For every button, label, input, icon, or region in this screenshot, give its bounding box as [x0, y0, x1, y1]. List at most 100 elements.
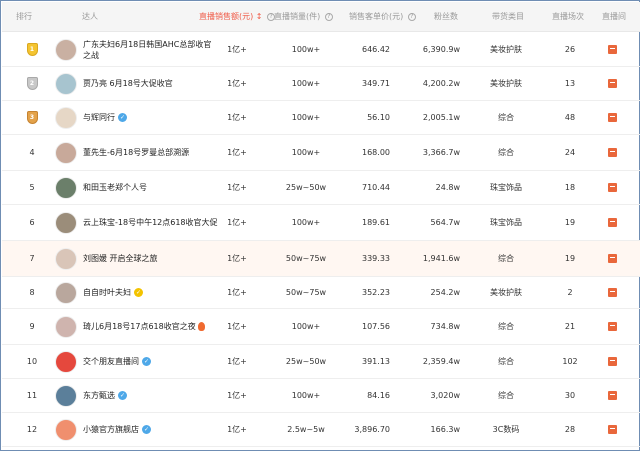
- live-room-cell[interactable]: [602, 171, 622, 204]
- category-cell: 综合: [498, 322, 514, 331]
- live-room-cell[interactable]: [602, 309, 622, 344]
- table-row[interactable]: 9 琦儿6月18号17点618收官之夜 1亿+ 100w+ 107.56 734…: [2, 309, 640, 345]
- talent-name-cell[interactable]: 自自时叶夫妇 ✓: [83, 277, 218, 308]
- avatar[interactable]: [55, 176, 77, 199]
- fans-cell: 166.3w: [430, 425, 460, 434]
- talent-name[interactable]: 广东夫妇6月18日韩国AHC总部收官之战: [83, 40, 211, 60]
- talent-name-cell[interactable]: 广东夫妇6月18日韩国AHC总部收官之战: [83, 33, 218, 66]
- table-row[interactable]: 11 东方甄选 ✓ 1亿+ 100w+ 84.16 3,020w 综合 30: [2, 379, 640, 413]
- header-live: 直播间: [602, 12, 626, 21]
- ranking-table-frame: 排行 达人 直播销售额(元) ↕ ? 直播销量(件) ? 销售客单价(元) ? …: [0, 0, 640, 451]
- volume-cell: 100w+: [291, 391, 321, 400]
- talent-name-cell[interactable]: 琦儿6月18号17点618收官之夜: [83, 309, 218, 344]
- info-icon[interactable]: ?: [407, 12, 416, 21]
- talent-name[interactable]: 交个朋友直播间: [83, 357, 139, 366]
- category-cell: 综合: [498, 254, 514, 263]
- talent-name-cell[interactable]: 董先生-6月18号罗曼总部溯源: [83, 135, 218, 170]
- table-row[interactable]: 1 广东夫妇6月18日韩国AHC总部收官之战 1亿+ 100w+ 646.42 …: [2, 33, 640, 67]
- header-price[interactable]: 销售客单价(元) ?: [349, 2, 416, 32]
- live-room-icon[interactable]: [607, 425, 617, 434]
- live-room-icon[interactable]: [607, 148, 617, 157]
- sales-cell: 1亿+: [227, 391, 247, 400]
- table-row[interactable]: 5 和田玉老郑个人号 1亿+ 25w~50w 710.44 24.8w 珠宝饰品…: [2, 171, 640, 205]
- talent-name-cell[interactable]: 刘图媛 开启全球之旅: [83, 241, 218, 276]
- header-count[interactable]: 直播场次: [552, 2, 584, 32]
- info-icon[interactable]: ?: [324, 12, 333, 21]
- live-room-cell[interactable]: [602, 413, 622, 446]
- live-count-cell: 28: [564, 425, 576, 434]
- talent-name[interactable]: 刘图媛 开启全球之旅: [83, 254, 158, 263]
- talent-name[interactable]: 与辉同行: [83, 113, 115, 122]
- live-room-icon[interactable]: [607, 45, 617, 54]
- live-room-icon[interactable]: [607, 254, 617, 263]
- table-row[interactable]: 10 交个朋友直播间 ✓ 1亿+ 25w~50w 391.13 2,359.4w …: [2, 345, 640, 379]
- live-room-cell[interactable]: [602, 205, 622, 240]
- volume-cell: 100w+: [291, 218, 321, 227]
- fans-cell: 3,366.7w: [422, 148, 460, 157]
- table-row[interactable]: 7 刘图媛 开启全球之旅 1亿+ 50w~75w 339.33 1,941.6w…: [2, 241, 640, 277]
- live-room-icon[interactable]: [607, 218, 617, 227]
- avatar[interactable]: [55, 247, 77, 270]
- table-row[interactable]: 12 小猿官方旗舰店 ✓ 1亿+ 2.5w~5w 3,896.70 166.3w …: [2, 413, 640, 447]
- avatar[interactable]: [55, 384, 77, 407]
- fire-icon: [197, 322, 205, 331]
- talent-name[interactable]: 董先生-6月18号罗曼总部溯源: [83, 148, 189, 157]
- live-room-cell[interactable]: [602, 33, 622, 66]
- talent-name-cell[interactable]: 东方甄选 ✓: [83, 379, 218, 412]
- avatar[interactable]: [55, 106, 77, 129]
- talent-name[interactable]: 云上珠宝-18号中午12点618收官大促: [83, 218, 218, 227]
- live-room-icon[interactable]: [607, 288, 617, 297]
- live-room-cell[interactable]: [602, 379, 622, 412]
- avatar[interactable]: [55, 418, 77, 441]
- live-room-cell[interactable]: [602, 345, 622, 378]
- live-count-cell: 19: [564, 218, 576, 227]
- sort-icon[interactable]: ↕: [256, 12, 263, 21]
- talent-name[interactable]: 琦儿6月18号17点618收官之夜: [83, 322, 196, 331]
- live-room-icon[interactable]: [607, 183, 617, 192]
- rank-number: 12: [26, 425, 38, 434]
- talent-name[interactable]: 东方甄选: [83, 391, 115, 400]
- header-fans[interactable]: 粉丝数: [434, 2, 458, 32]
- talent-name-cell[interactable]: 云上珠宝-18号中午12点618收官大促: [83, 205, 218, 240]
- live-room-cell[interactable]: [602, 241, 622, 276]
- live-room-icon[interactable]: [607, 391, 617, 400]
- rank-medal-icon: 3: [26, 111, 38, 124]
- talent-name-cell[interactable]: 和田玉老郑个人号: [83, 171, 218, 204]
- table-row[interactable]: 6 云上珠宝-18号中午12点618收官大促 1亿+ 100w+ 189.61 …: [2, 205, 640, 241]
- talent-name[interactable]: 自自时叶夫妇: [83, 288, 131, 297]
- avatar[interactable]: [55, 350, 77, 373]
- volume-cell: 100w+: [291, 322, 321, 331]
- live-count-cell: 48: [564, 113, 576, 122]
- price-cell: 391.13: [362, 357, 390, 366]
- avatar[interactable]: [55, 315, 77, 338]
- table-row[interactable]: 8 自自时叶夫妇 ✓ 1亿+ 50w~75w 352.23 254.2w 美妆护肤…: [2, 277, 640, 309]
- avatar[interactable]: [55, 72, 77, 95]
- avatar[interactable]: [55, 211, 77, 234]
- talent-name-cell[interactable]: 与辉同行 ✓: [83, 101, 218, 134]
- avatar[interactable]: [55, 281, 77, 304]
- talent-name-cell[interactable]: 贾乃亮 6月18号大促收官: [83, 67, 218, 100]
- table-row[interactable]: 2 贾乃亮 6月18号大促收官 1亿+ 100w+ 349.71 4,200.2…: [2, 67, 640, 101]
- header-sales[interactable]: 直播销售额(元) ↕ ?: [199, 2, 276, 32]
- talent-name-cell[interactable]: 交个朋友直播间 ✓: [83, 345, 218, 378]
- avatar[interactable]: [55, 141, 77, 164]
- live-room-icon[interactable]: [607, 113, 617, 122]
- category-cell: 美妆护肤: [490, 288, 522, 297]
- rank-cell: 2: [22, 67, 42, 100]
- live-room-cell[interactable]: [602, 101, 622, 134]
- live-room-icon[interactable]: [607, 322, 617, 331]
- talent-name[interactable]: 和田玉老郑个人号: [83, 183, 147, 192]
- rank-cell: 4: [22, 135, 42, 170]
- live-room-icon[interactable]: [607, 79, 617, 88]
- talent-name[interactable]: 小猿官方旗舰店: [83, 425, 139, 434]
- talent-name[interactable]: 贾乃亮 6月18号大促收官: [83, 79, 173, 88]
- live-room-cell[interactable]: [602, 67, 622, 100]
- table-row[interactable]: 3 与辉同行 ✓ 1亿+ 100w+ 56.10 2,005.1w 综合 48: [2, 101, 640, 135]
- talent-name-cell[interactable]: 小猿官方旗舰店 ✓: [83, 413, 218, 446]
- avatar[interactable]: [55, 38, 77, 61]
- table-row[interactable]: 4 董先生-6月18号罗曼总部溯源 1亿+ 100w+ 168.00 3,366…: [2, 135, 640, 171]
- header-volume[interactable]: 直播销量(件) ?: [274, 2, 333, 32]
- live-room-cell[interactable]: [602, 277, 622, 308]
- live-room-icon[interactable]: [607, 357, 617, 366]
- live-room-cell[interactable]: [602, 135, 622, 170]
